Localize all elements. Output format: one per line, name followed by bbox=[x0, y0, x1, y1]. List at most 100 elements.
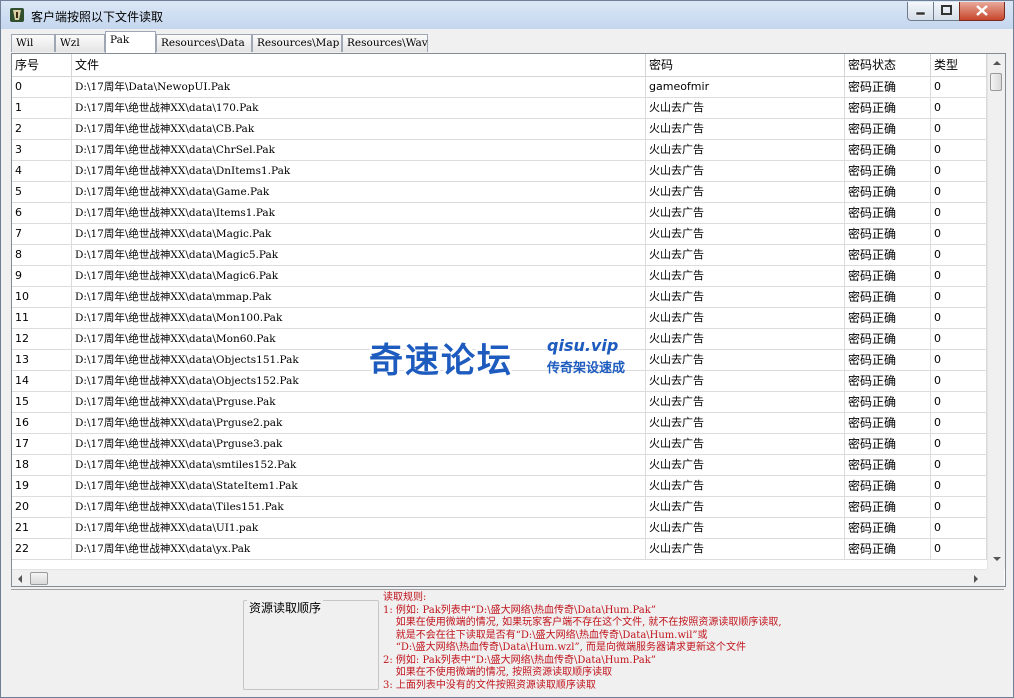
file-cell: D:\17周年\绝世战神XX\data\Mon100.Pak bbox=[72, 308, 646, 328]
type-cell: 0 bbox=[931, 392, 987, 412]
scroll-down-icon[interactable] bbox=[993, 557, 1001, 561]
file-list[interactable]: 序号 文件 密码 密码状态 类型 0 D:\17周年\Data\NewopUI.P… bbox=[11, 53, 1006, 587]
file-cell: D:\17周年\绝世战神XX\data\170.Pak bbox=[72, 98, 646, 118]
tab-resources-data[interactable]: Resources\Data bbox=[156, 34, 252, 52]
type-cell: 0 bbox=[931, 203, 987, 223]
password-status-cell: 密码正确 bbox=[845, 77, 931, 97]
file-cell: D:\17周年\绝世战神XX\data\DnItems1.Pak bbox=[72, 161, 646, 181]
type-cell: 0 bbox=[931, 413, 987, 433]
file-cell: D:\17周年\绝世战神XX\data\UI1.pak bbox=[72, 518, 646, 538]
index-cell: 3 bbox=[12, 140, 72, 160]
password-cell: gameofmir bbox=[646, 77, 845, 97]
table-row[interactable]: 18 D:\17周年\绝世战神XX\data\smtiles152.Pak 火山去广… bbox=[12, 455, 987, 476]
table-row[interactable]: 8 D:\17周年\绝世战神XX\data\Magic5.Pak 火山去广告 密码正确… bbox=[12, 245, 987, 266]
table-row[interactable]: 2 D:\17周年\绝世战神XX\data\CB.Pak 火山去广告 密码正确 0 bbox=[12, 119, 987, 140]
scrollbar-corner bbox=[987, 569, 1004, 586]
column-header-file[interactable]: 文件 bbox=[72, 54, 646, 76]
title-bar[interactable]: 客户端按照以下文件读取 bbox=[1, 1, 1013, 29]
table-row[interactable]: 1 D:\17周年\绝世战神XX\data\170.Pak 火山去广告 密码正确 0 bbox=[12, 98, 987, 119]
scroll-left-icon[interactable] bbox=[18, 575, 22, 583]
password-cell: 火山去广告 bbox=[646, 476, 845, 496]
table-row[interactable]: 11 D:\17周年\绝世战神XX\data\Mon100.Pak 火山去广告 密码正… bbox=[12, 308, 987, 329]
horizontal-scroll-thumb[interactable] bbox=[30, 572, 48, 585]
table-row[interactable]: 17 D:\17周年\绝世战神XX\data\Prguse3.pak 火山去广告 密码… bbox=[12, 434, 987, 455]
rule-line: 如果在不使用微端的情况, 按照资源读取顺序读取 bbox=[383, 667, 613, 678]
table-row[interactable]: 9 D:\17周年\绝世战神XX\data\Magic6.Pak 火山去广告 密码正确… bbox=[12, 266, 987, 287]
index-cell: 5 bbox=[12, 182, 72, 202]
app-window: 客户端按照以下文件读取 Wil Wzl Pak Resources\Data R… bbox=[0, 0, 1014, 698]
password-status-cell: 密码正确 bbox=[845, 224, 931, 244]
tab-wil[interactable]: Wil bbox=[11, 34, 55, 52]
password-cell: 火山去广告 bbox=[646, 287, 845, 307]
index-cell: 13 bbox=[12, 350, 72, 370]
table-row[interactable]: 10 D:\17周年\绝世战神XX\data\mmap.Pak 火山去广告 密码正确 0 bbox=[12, 287, 987, 308]
maximize-button[interactable] bbox=[933, 2, 960, 21]
file-cell: D:\17周年\绝世战神XX\data\Magic5.Pak bbox=[72, 245, 646, 265]
table-row[interactable]: 4 D:\17周年\绝世战神XX\data\DnItems1.Pak 火山去广告 密码… bbox=[12, 161, 987, 182]
password-cell: 火山去广告 bbox=[646, 140, 845, 160]
column-header-index[interactable]: 序号 bbox=[12, 54, 72, 76]
file-cell: D:\17周年\绝世战神XX\data\Magic6.Pak bbox=[72, 266, 646, 286]
file-cell: D:\17周年\绝世战神XX\data\yx.Pak bbox=[72, 539, 646, 559]
password-cell: 火山去广告 bbox=[646, 224, 845, 244]
list-rows: 0 D:\17周年\Data\NewopUI.Pak gameofmir 密码正确 0 1… bbox=[12, 77, 987, 569]
password-cell: 火山去广告 bbox=[646, 371, 845, 391]
table-row[interactable]: 22 D:\17周年\绝世战神XX\data\yx.Pak 火山去广告 密码正确 0 bbox=[12, 539, 987, 560]
rule-line: 3: 上面列表中没有的文件按照资源读取顺序读取 bbox=[383, 679, 596, 691]
scroll-right-icon[interactable] bbox=[974, 575, 978, 583]
table-row[interactable]: 21 D:\17周年\绝世战神XX\data\UI1.pak 火山去广告 密码正确 0 bbox=[12, 518, 987, 539]
rule-line: 2: 例如: Pak列表中“D:\盛大网络\热血传奇\Data\Hum.Pak” bbox=[383, 654, 656, 666]
tab-pak[interactable]: Pak bbox=[105, 31, 156, 53]
type-cell: 0 bbox=[931, 224, 987, 244]
tab-resources-map[interactable]: Resources\Map bbox=[252, 34, 342, 52]
rule-line: 1: 例如: Pak列表中“D:\盛大网络\热血传奇\Data\Hum.Pak” bbox=[383, 604, 656, 616]
type-cell: 0 bbox=[931, 434, 987, 454]
type-cell: 0 bbox=[931, 539, 987, 559]
table-row[interactable]: 19 D:\17周年\绝世战神XX\data\StateItem1.Pak 火山去广… bbox=[12, 476, 987, 497]
table-row[interactable]: 6 D:\17周年\绝世战神XX\data\Items1.Pak 火山去广告 密码正确… bbox=[12, 203, 987, 224]
index-cell: 16 bbox=[12, 413, 72, 433]
password-status-cell: 密码正确 bbox=[845, 329, 931, 349]
table-row[interactable]: 20 D:\17周年\绝世战神XX\data\Tiles151.Pak 火山去广告密… bbox=[12, 497, 987, 518]
table-row[interactable]: 15 D:\17周年\绝世战神XX\data\Prguse.Pak 火山去广告 密码正… bbox=[12, 392, 987, 413]
vertical-scrollbar[interactable] bbox=[987, 54, 1005, 569]
table-row[interactable]: 13 D:\17周年\绝世战神XX\data\Objects151.Pak 火山去广… bbox=[12, 350, 987, 371]
table-row[interactable]: 16 D:\17周年\绝世战神XX\data\Prguse2.pak 火山去广告 密码… bbox=[12, 413, 987, 434]
index-cell: 6 bbox=[12, 203, 72, 223]
index-cell: 11 bbox=[12, 308, 72, 328]
password-cell: 火山去广告 bbox=[646, 434, 845, 454]
file-cell: D:\17周年\Data\NewopUI.Pak bbox=[72, 77, 646, 97]
file-cell: D:\17周年\绝世战神XX\data\Mon60.Pak bbox=[72, 329, 646, 349]
password-status-cell: 密码正确 bbox=[845, 539, 931, 559]
index-cell: 17 bbox=[12, 434, 72, 454]
file-cell: D:\17周年\绝世战神XX\data\ChrSel.Pak bbox=[72, 140, 646, 160]
minimize-button[interactable] bbox=[907, 2, 934, 21]
type-cell: 0 bbox=[931, 266, 987, 286]
password-cell: 火山去广告 bbox=[646, 497, 845, 517]
tab-resources-wav[interactable]: Resources\Wav bbox=[342, 34, 428, 52]
file-cell: D:\17周年\绝世战神XX\data\Magic.Pak bbox=[72, 224, 646, 244]
type-cell: 0 bbox=[931, 182, 987, 202]
password-status-cell: 密码正确 bbox=[845, 266, 931, 286]
table-row[interactable]: 0 D:\17周年\Data\NewopUI.Pak gameofmir 密码正确 0 bbox=[12, 77, 987, 98]
close-button[interactable] bbox=[959, 2, 1005, 21]
table-row[interactable]: 14 D:\17周年\绝世战神XX\data\Objects152.Pak 火山去广… bbox=[12, 371, 987, 392]
file-cell: D:\17周年\绝世战神XX\data\Prguse.Pak bbox=[72, 392, 646, 412]
horizontal-scrollbar[interactable] bbox=[12, 569, 987, 586]
tab-wzl[interactable]: Wzl bbox=[55, 34, 105, 52]
column-header-password-status[interactable]: 密码状态 bbox=[845, 54, 931, 76]
column-header-type[interactable]: 类型 bbox=[931, 54, 987, 76]
column-header-password[interactable]: 密码 bbox=[646, 54, 845, 76]
type-cell: 0 bbox=[931, 77, 987, 97]
password-cell: 火山去广告 bbox=[646, 119, 845, 139]
table-row[interactable]: 12 D:\17周年\绝世战神XX\data\Mon60.Pak 火山去广告 密码正确… bbox=[12, 329, 987, 350]
vertical-scroll-thumb[interactable] bbox=[990, 73, 1002, 91]
table-row[interactable]: 7 D:\17周年\绝世战神XX\data\Magic.Pak 火山去广告 密码正确 0 bbox=[12, 224, 987, 245]
password-cell: 火山去广告 bbox=[646, 266, 845, 286]
password-status-cell: 密码正确 bbox=[845, 350, 931, 370]
read-rules-text: 读取规则: 1: 例如: Pak列表中“D:\盛大网络\热血传奇\Data\Hum… bbox=[383, 592, 999, 692]
table-row[interactable]: 3 D:\17周年\绝世战神XX\data\ChrSel.Pak 火山去广告 密码正确… bbox=[12, 140, 987, 161]
scroll-up-icon[interactable] bbox=[993, 61, 1001, 65]
password-cell: 火山去广告 bbox=[646, 539, 845, 559]
table-row[interactable]: 5 D:\17周年\绝世战神XX\data\Game.Pak 火山去广告 密码正确 0 bbox=[12, 182, 987, 203]
